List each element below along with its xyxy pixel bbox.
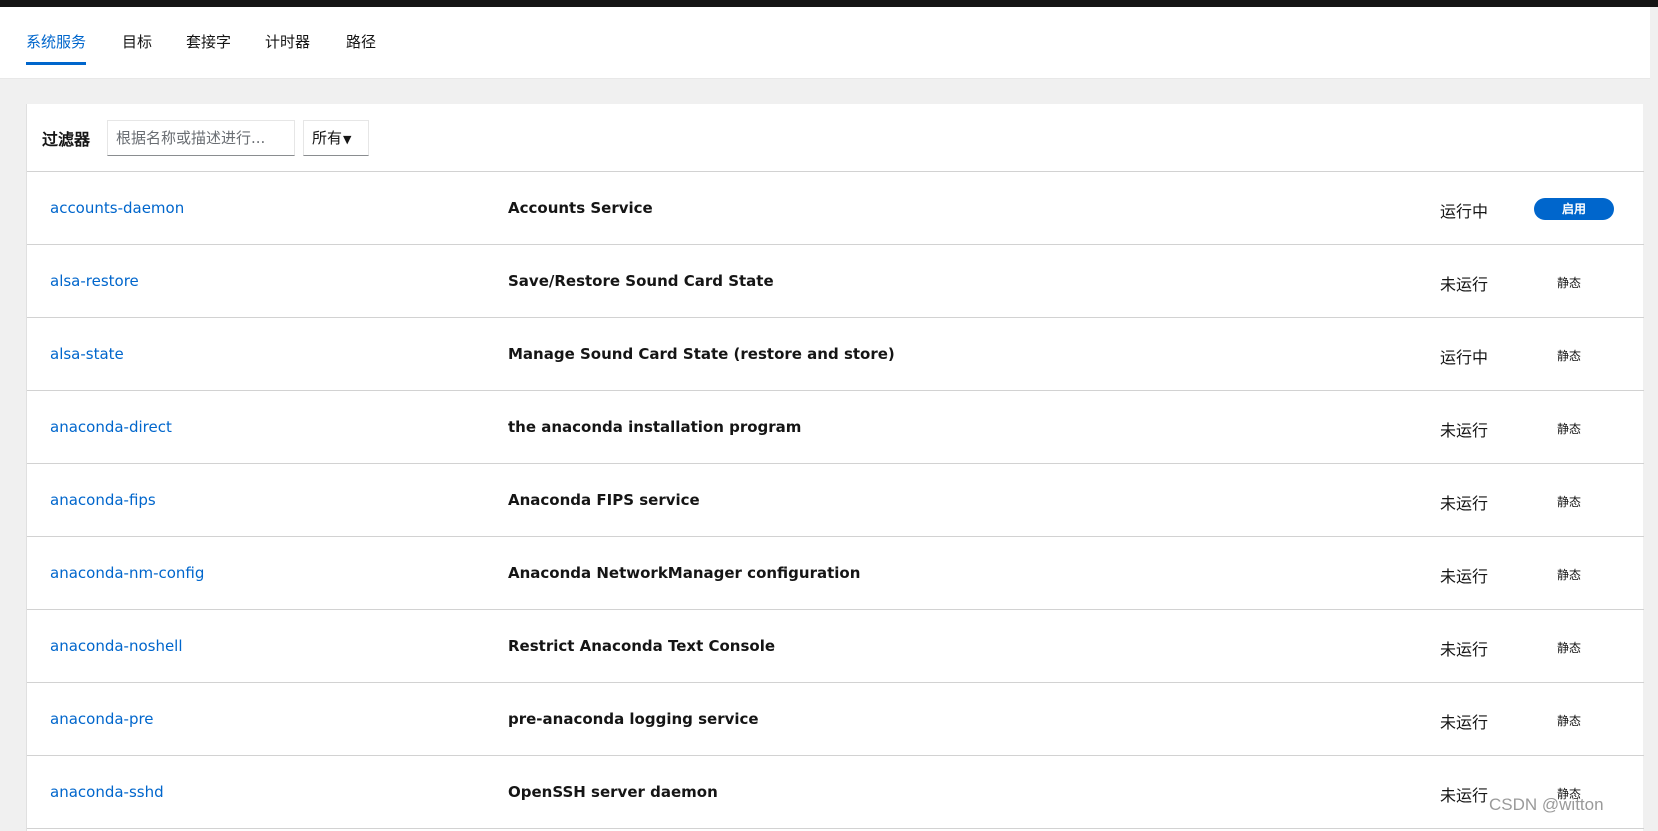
service-status: 未运行 [1440,713,1489,732]
top-bar [0,0,1658,7]
service-status: 未运行 [1440,421,1489,440]
page-scrollbar[interactable] [1650,7,1658,831]
service-row[interactable]: anaconda-pre pre-anaconda logging servic… [27,683,1644,756]
filter-bar: 过滤器 所有▼ [27,104,1644,172]
service-name-link[interactable]: anaconda-noshell [50,637,183,655]
tab-bar: 系统服务 目标 套接字 计时器 路径 [0,7,1658,79]
service-description: Save/Restore Sound Card State [508,272,774,290]
service-status: 未运行 [1440,567,1489,586]
watermark: CSDN @witton [1489,795,1604,814]
service-state-badge: 静态 [1557,641,1582,655]
service-row[interactable]: anaconda-direct the anaconda installatio… [27,391,1644,464]
service-description: Accounts Service [508,199,653,217]
service-name-link[interactable]: alsa-restore [50,272,139,290]
service-status: 未运行 [1440,275,1489,294]
service-row[interactable]: anaconda-fips Anaconda FIPS service 未运行 … [27,464,1644,537]
service-state-badge: 静态 [1557,422,1582,436]
service-description: Anaconda FIPS service [508,491,700,509]
service-state-badge: 启用 [1534,198,1614,220]
services-card: 过滤器 所有▼ accounts-daemon Accounts Service… [26,104,1644,831]
service-description: pre-anaconda logging service [508,710,759,728]
service-row[interactable]: anaconda-sshd OpenSSH server daemon 未运行 … [27,756,1644,829]
service-state-badge: 静态 [1557,568,1582,582]
service-status: 运行中 [1440,348,1489,367]
tab-system-services[interactable]: 系统服务 [26,33,87,65]
service-description: Manage Sound Card State (restore and sto… [508,345,895,363]
service-state-badge: 静态 [1557,714,1582,728]
service-description: OpenSSH server daemon [508,783,718,801]
service-status: 未运行 [1440,494,1489,513]
service-state-badge: 静态 [1557,495,1582,509]
service-row[interactable]: anaconda-noshell Restrict Anaconda Text … [27,610,1644,683]
service-description: Restrict Anaconda Text Console [508,637,776,655]
services-list: accounts-daemon Accounts Service 运行中 启用 … [27,172,1644,829]
service-description: the anaconda installation program [508,418,802,436]
service-row[interactable]: anaconda-nm-config Anaconda NetworkManag… [27,537,1644,610]
service-description: Anaconda NetworkManager configuration [508,564,861,582]
service-row[interactable]: alsa-state Manage Sound Card State (rest… [27,318,1644,391]
service-name-link[interactable]: accounts-daemon [50,199,184,217]
tab-sockets[interactable]: 套接字 [186,33,231,65]
service-state-badge: 静态 [1557,276,1582,290]
service-name-link[interactable]: anaconda-direct [50,418,172,436]
service-row[interactable]: accounts-daemon Accounts Service 运行中 启用 [27,172,1644,245]
service-status: 运行中 [1440,202,1489,221]
tab-timers[interactable]: 计时器 [265,33,310,65]
service-row[interactable]: alsa-restore Save/Restore Sound Card Sta… [27,245,1644,318]
filter-state-select[interactable]: 所有▼ [303,120,369,156]
tab-paths[interactable]: 路径 [346,33,376,65]
service-name-link[interactable]: anaconda-nm-config [50,564,204,582]
service-status: 未运行 [1440,786,1489,805]
filter-select-value: 所有 [312,129,343,147]
service-name-link[interactable]: anaconda-fips [50,491,156,509]
service-state-badge: 静态 [1557,349,1582,363]
service-status: 未运行 [1440,640,1489,659]
service-name-link[interactable]: anaconda-pre [50,710,154,728]
service-name-link[interactable]: alsa-state [50,345,124,363]
tab-targets[interactable]: 目标 [122,33,152,65]
filter-search-input[interactable] [107,120,295,156]
service-name-link[interactable]: anaconda-sshd [50,783,164,801]
filter-label: 过滤器 [42,130,91,149]
caret-down-icon: ▼ [343,133,352,146]
